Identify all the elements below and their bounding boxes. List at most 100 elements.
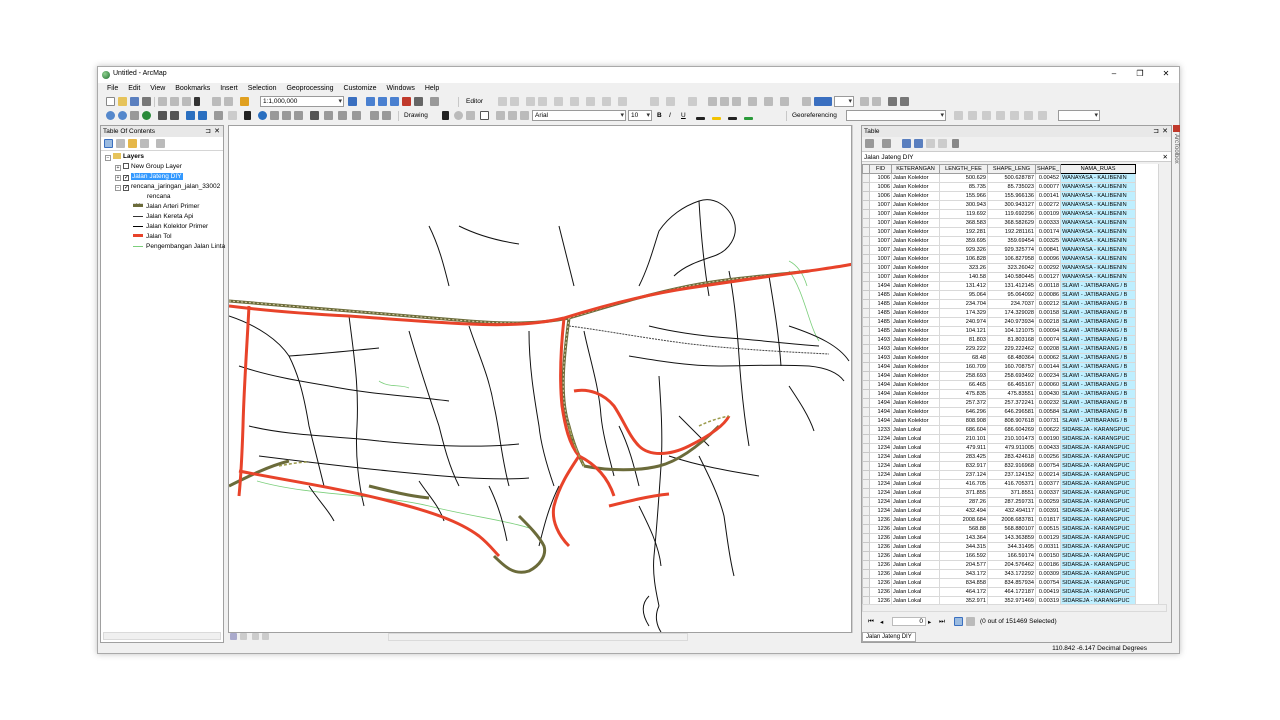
clear-selection-icon[interactable] <box>228 111 237 120</box>
cell-shape-leng[interactable]: 106.827958 <box>987 254 1036 264</box>
zoom-out-icon[interactable] <box>118 111 127 120</box>
table-row[interactable]: 1007 Jalan Kolektor 119.692 119.692296 0.001… <box>862 209 1137 219</box>
cell-nama-ruas[interactable]: SLAWI - JATIBARANG / B <box>1060 398 1137 408</box>
next-record-button[interactable]: ▸ <box>928 618 931 626</box>
cell-keterangan[interactable]: Jalan Lokal <box>891 587 940 597</box>
row-header[interactable] <box>862 317 870 327</box>
cell-fid[interactable]: 1236 <box>869 596 892 604</box>
table-row[interactable]: 1234 Jalan Lokal 416.705 416.705371 0.00377 S… <box>862 479 1137 489</box>
cell-shape[interactable]: 0.00452 <box>1034 173 1062 183</box>
list-by-visibility-icon[interactable] <box>128 139 137 148</box>
cell-shape-leng[interactable]: 210.101473 <box>987 434 1036 444</box>
new-document-icon[interactable] <box>106 97 115 106</box>
table-row[interactable]: 1494 Jalan Kolektor 475.835 475.83551 0.0043… <box>862 389 1137 399</box>
python-window-icon[interactable] <box>414 97 423 106</box>
delete-icon[interactable] <box>194 97 200 106</box>
row-header[interactable] <box>862 443 870 453</box>
print-icon[interactable] <box>142 97 151 106</box>
cell-shape-leng[interactable]: 140.580445 <box>987 272 1036 282</box>
cell-nama-ruas[interactable]: SIDAREJA - KARANGPUC <box>1060 569 1137 579</box>
select-features-icon[interactable] <box>214 111 223 120</box>
cell-fid[interactable]: 1494 <box>869 281 892 291</box>
cell-keterangan[interactable]: Jalan Kolektor <box>891 272 940 282</box>
cell-shape[interactable]: 0.00515 <box>1034 524 1062 534</box>
layer-jalan-jateng-diy[interactable]: + ✓ Jalan Jateng DIY <box>115 173 183 181</box>
cell-shape[interactable]: 0.00109 <box>1034 209 1062 219</box>
minimize-button[interactable]: – <box>1101 69 1127 78</box>
menu-geoprocessing[interactable]: Geoprocessing <box>282 83 337 92</box>
cell-length-fee[interactable]: 2008.684 <box>939 515 988 525</box>
rectangle-icon[interactable] <box>480 111 489 120</box>
cell-nama-ruas[interactable]: SLAWI - JATIBARANG / B <box>1060 353 1137 363</box>
cell-length-fee[interactable]: 287.26 <box>939 497 988 507</box>
layout-zoom-combo[interactable] <box>834 96 854 107</box>
cell-keterangan[interactable]: Jalan Lokal <box>891 443 940 453</box>
cell-fid[interactable]: 1493 <box>869 335 892 345</box>
georef-rectify-icon[interactable] <box>1038 111 1047 120</box>
cell-length-fee[interactable]: 155.966 <box>939 191 988 201</box>
row-header[interactable] <box>862 227 870 237</box>
save-icon[interactable] <box>130 97 139 106</box>
row-header[interactable] <box>862 506 870 516</box>
maximize-button[interactable]: ❐ <box>1127 69 1153 78</box>
cell-shape[interactable]: 0.00337 <box>1034 488 1062 498</box>
row-header[interactable] <box>862 407 870 417</box>
cell-fid[interactable]: 1233 <box>869 425 892 435</box>
cell-nama-ruas[interactable]: SIDAREJA - KARANGPUC <box>1060 461 1137 471</box>
cell-nama-ruas[interactable]: SIDAREJA - KARANGPUC <box>1060 560 1137 570</box>
table-row[interactable]: 1007 Jalan Kolektor 359.695 359.69454 0.0032… <box>862 236 1137 246</box>
cell-keterangan[interactable]: Jalan Lokal <box>891 569 940 579</box>
cell-shape[interactable]: 0.00190 <box>1034 434 1062 444</box>
cell-length-fee[interactable]: 204.577 <box>939 560 988 570</box>
cell-length-fee[interactable]: 81.803 <box>939 335 988 345</box>
cell-fid[interactable]: 1485 <box>869 326 892 336</box>
cell-shape[interactable]: 0.00212 <box>1034 299 1062 309</box>
add-control-points-icon[interactable] <box>982 111 991 120</box>
create-features-icon[interactable] <box>688 97 697 106</box>
layer-new-group-layer[interactable]: + New Group Layer <box>115 163 182 171</box>
row-header[interactable] <box>862 533 870 543</box>
cell-shape-leng[interactable]: 119.692296 <box>987 209 1036 219</box>
cell-shape[interactable]: 0.00622 <box>1034 425 1062 435</box>
cell-keterangan[interactable]: Jalan Lokal <box>891 542 940 552</box>
attributes-icon[interactable] <box>650 97 659 106</box>
layout-view-icon[interactable] <box>240 633 247 640</box>
pin-icon[interactable]: ⊐ <box>205 127 211 135</box>
cell-nama-ruas[interactable]: SLAWI - JATIBARANG / B <box>1060 371 1137 381</box>
layers-root[interactable]: − Layers <box>105 153 144 161</box>
row-header[interactable] <box>862 452 870 462</box>
cell-shape-leng[interactable]: 568.880107 <box>987 524 1036 534</box>
back-extent-icon[interactable] <box>186 111 195 120</box>
layout-tool-icon[interactable] <box>708 97 717 106</box>
arctoolbox-dock-tab[interactable]: ArcToolbox <box>1173 125 1180 185</box>
cell-length-fee[interactable]: 929.326 <box>939 245 988 255</box>
cell-keterangan[interactable]: Jalan Kolektor <box>891 317 940 327</box>
row-header[interactable] <box>862 200 870 210</box>
italic-button[interactable]: I <box>669 112 671 119</box>
table-row[interactable]: 1007 Jalan Kolektor 368.583 368.582629 0.003… <box>862 218 1137 228</box>
cell-nama-ruas[interactable]: WANAYASA - KALIBENIN <box>1060 191 1137 201</box>
cell-keterangan[interactable]: Jalan Kolektor <box>891 398 940 408</box>
table-row[interactable]: 1234 Jalan Lokal 287.26 287.259731 0.00259 SI… <box>862 497 1137 507</box>
cell-shape-leng[interactable]: 66.465167 <box>987 380 1036 390</box>
map-horizontal-scrollbar[interactable] <box>388 633 688 641</box>
row-header[interactable] <box>862 290 870 300</box>
cell-nama-ruas[interactable]: SLAWI - JATIBARANG / B <box>1060 317 1137 327</box>
cell-fid[interactable]: 1494 <box>869 389 892 399</box>
column-header-fid[interactable]: FID <box>869 164 892 174</box>
cell-shape-leng[interactable]: 416.705371 <box>987 479 1036 489</box>
cell-nama-ruas[interactable]: SIDAREJA - KARANGPUC <box>1060 497 1137 507</box>
table-row[interactable]: 1494 Jalan Kolektor 258.693 258.693492 0.002… <box>862 371 1137 381</box>
table-row[interactable]: 1236 Jalan Lokal 2008.684 2008.683781 0.0181… <box>862 515 1137 525</box>
row-header[interactable] <box>862 434 870 444</box>
cell-shape-leng[interactable]: 300.943127 <box>987 200 1036 210</box>
cell-length-fee[interactable]: 160.709 <box>939 362 988 372</box>
cell-shape-leng[interactable]: 257.372241 <box>987 398 1036 408</box>
cell-length-fee[interactable]: 143.364 <box>939 533 988 543</box>
draw-line-icon[interactable] <box>520 111 529 120</box>
georef-value-field[interactable] <box>1058 110 1100 121</box>
cell-shape[interactable]: 0.00754 <box>1034 578 1062 588</box>
related-tables-icon[interactable] <box>882 139 891 148</box>
menu-insert[interactable]: Insert <box>216 83 242 92</box>
cell-shape-leng[interactable]: 475.83551 <box>987 389 1036 399</box>
